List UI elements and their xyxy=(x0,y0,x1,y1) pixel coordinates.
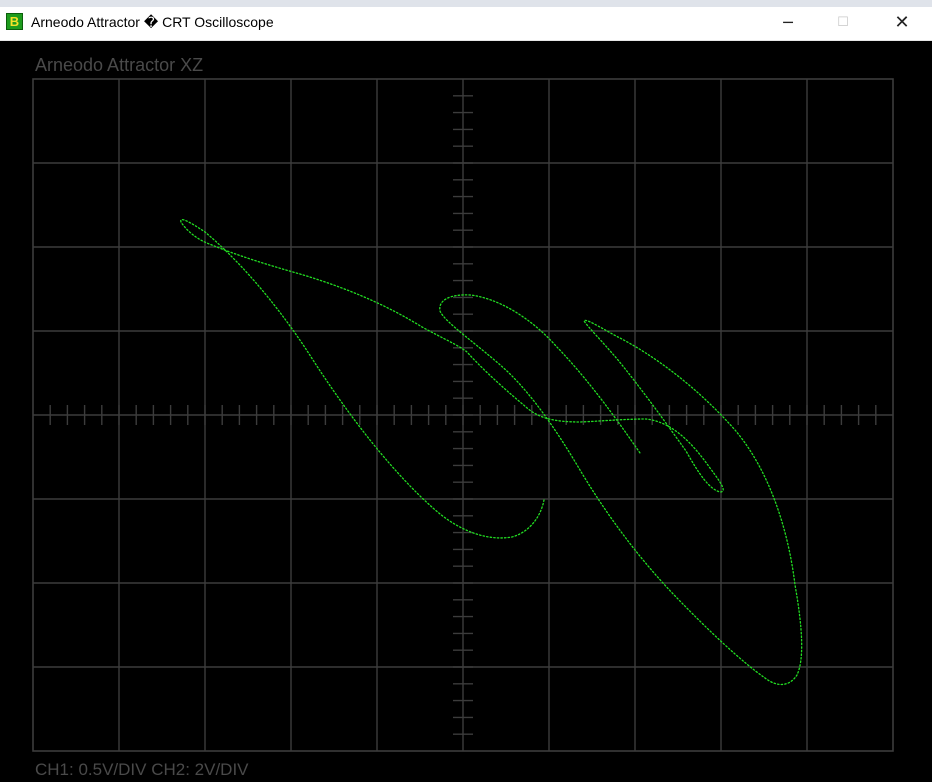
channel-info: CH1: 0.5V/DIV CH2: 2V/DIV xyxy=(35,760,249,779)
attractor-trace xyxy=(180,218,803,686)
scope-title: Arneodo Attractor XZ xyxy=(35,55,204,75)
trace-path xyxy=(180,218,803,686)
oscilloscope-screen xyxy=(32,78,894,752)
